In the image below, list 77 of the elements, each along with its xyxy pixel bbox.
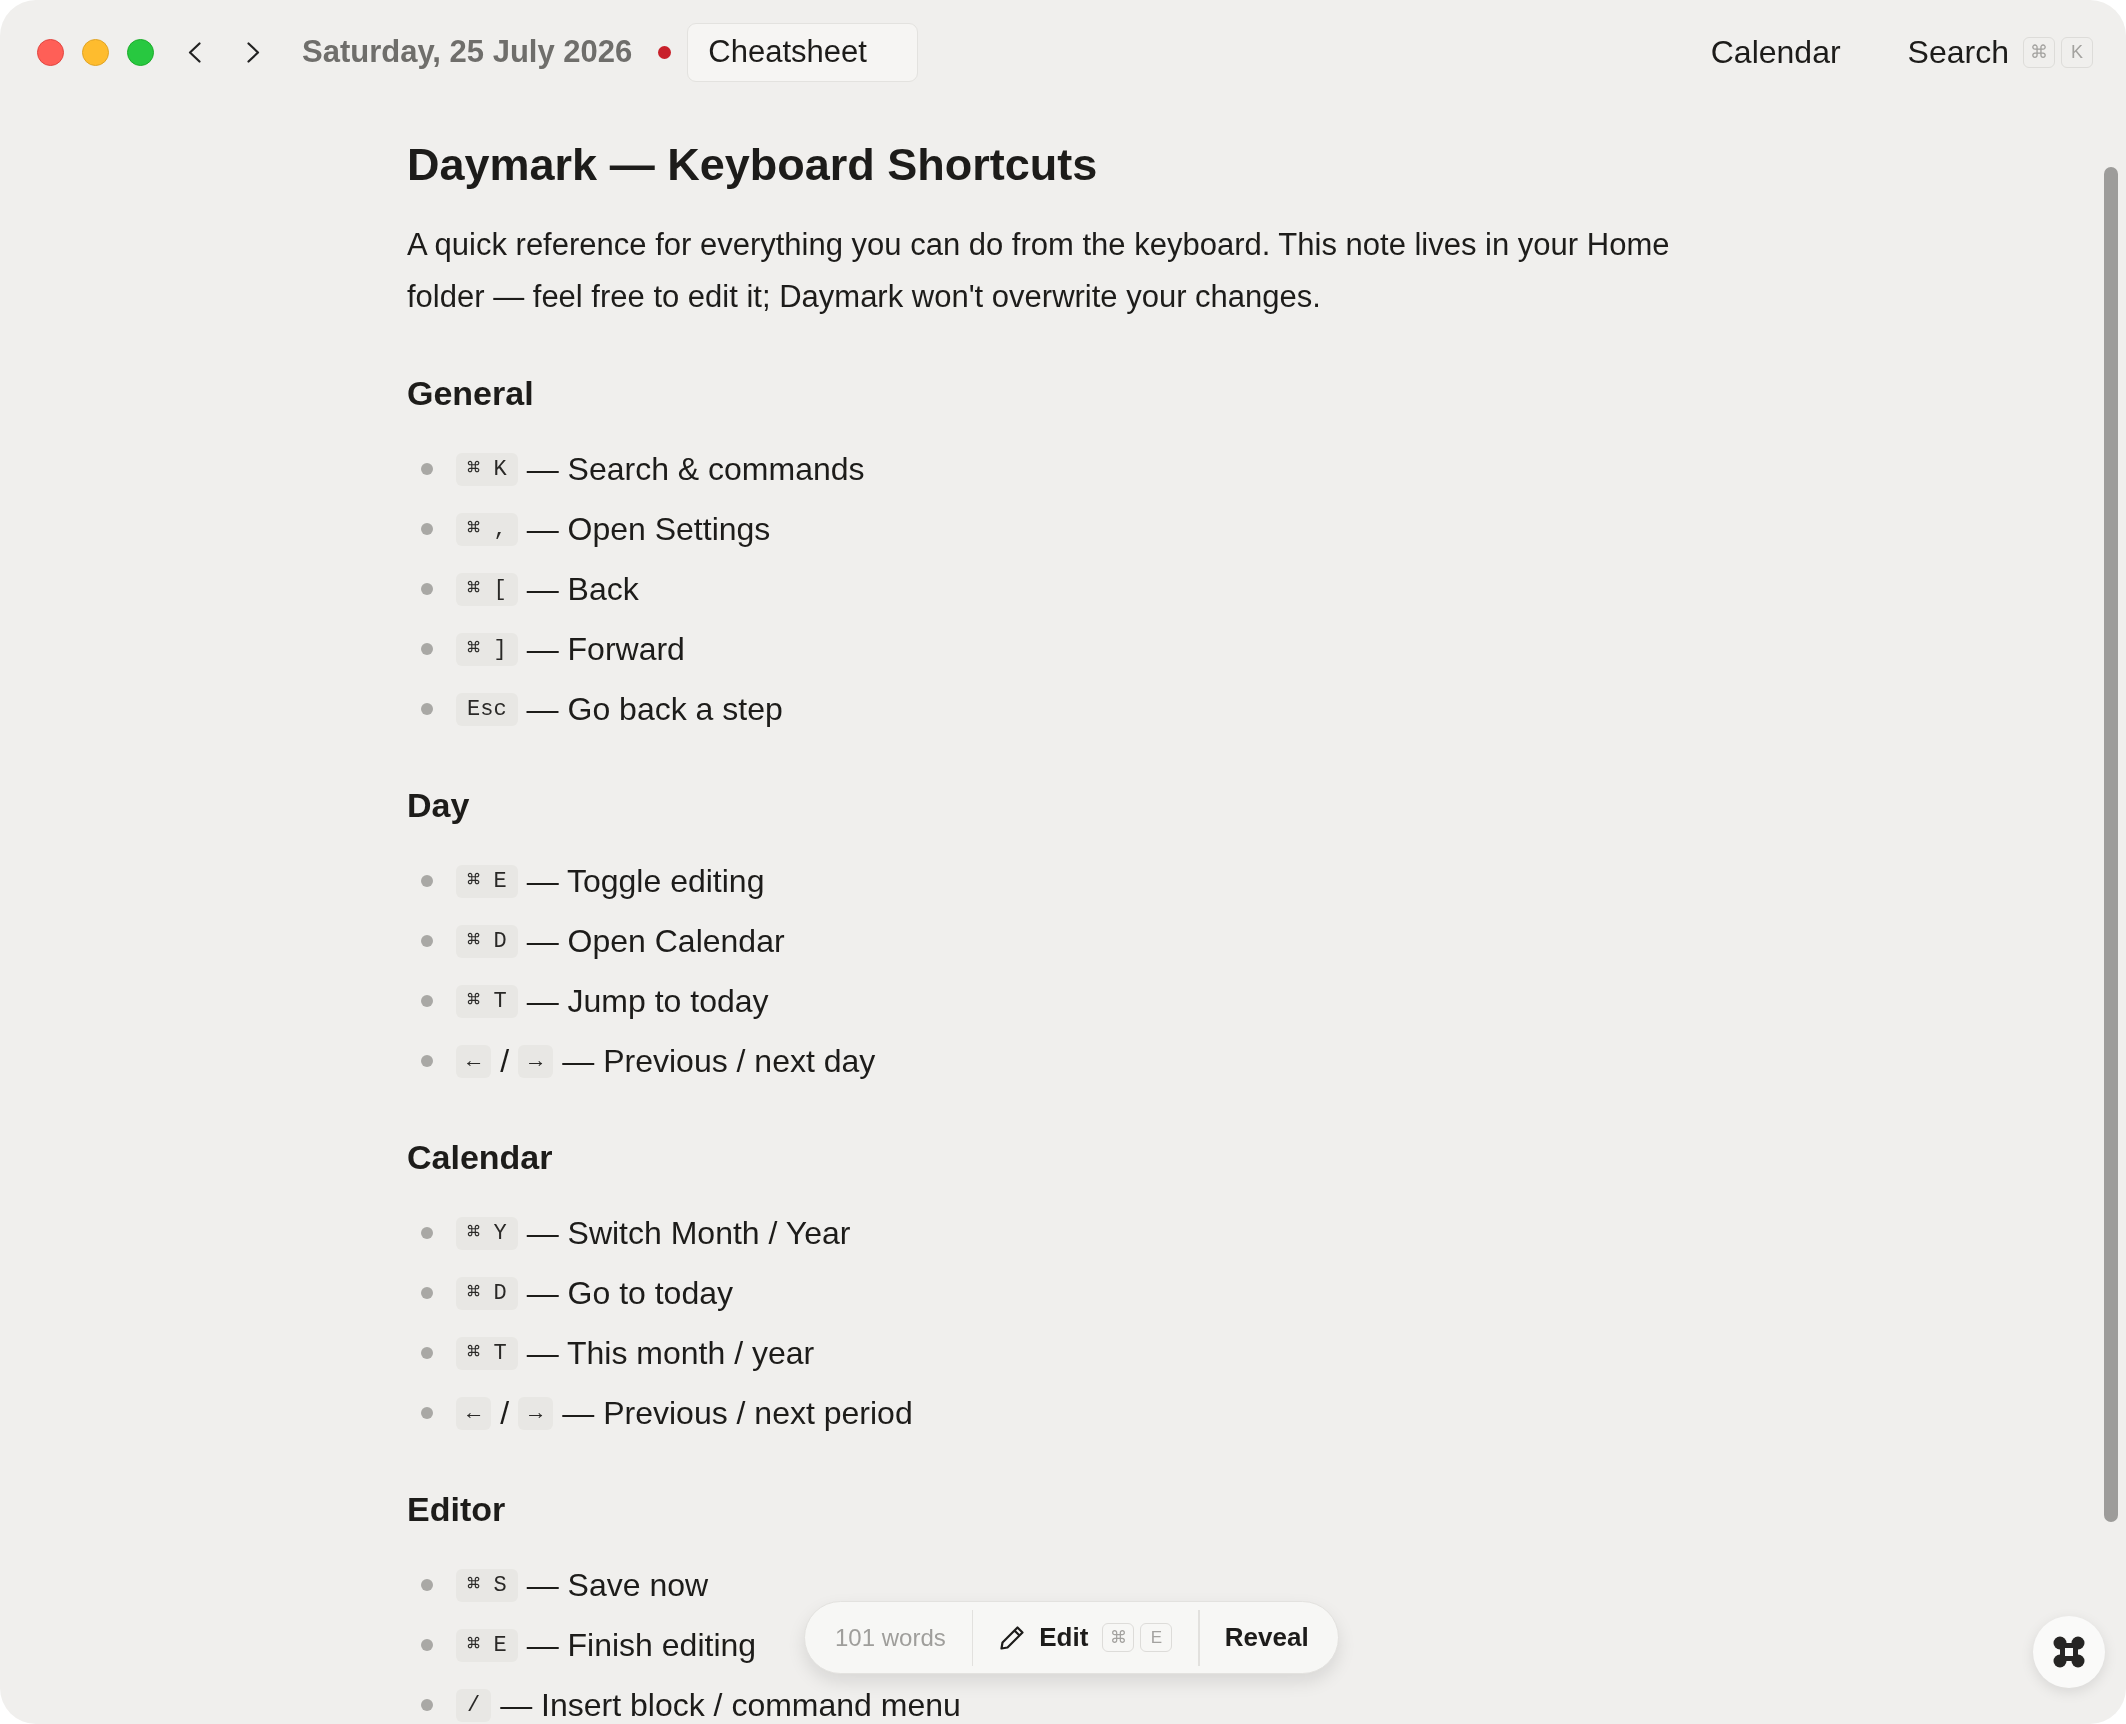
shortcut-description: — Forward	[526, 630, 685, 669]
chevron-right-icon[interactable]	[246, 41, 261, 63]
shortcut-key: ⌘ K	[456, 452, 518, 486]
close-icon[interactable]	[37, 38, 64, 66]
shortcut-key: ⌘ T	[456, 984, 518, 1018]
shortcut-description: — Previous / next period	[562, 1394, 913, 1433]
bullet-icon	[421, 1579, 433, 1591]
bullet-icon	[421, 583, 433, 595]
bullet-icon	[421, 1347, 433, 1359]
page-title: Daymark — Keyboard Shortcuts	[407, 138, 1098, 192]
shortcut-key: ⌘ D	[456, 1276, 518, 1310]
date-heading: Saturday, 25 July 2026	[302, 32, 633, 71]
shortcut-key: ←	[456, 1396, 492, 1430]
bullet-icon	[421, 523, 433, 535]
word-count: 101 words	[835, 1622, 947, 1653]
bullet-icon	[421, 643, 433, 655]
shortcut-key: ⌘	[2023, 36, 2055, 68]
bullet-icon	[421, 463, 433, 475]
bullet-icon	[421, 1639, 433, 1651]
section-heading: Day	[407, 785, 470, 826]
shortcut-key: K	[2061, 36, 2093, 68]
shortcut-key: →	[518, 1044, 554, 1078]
bullet-icon	[421, 1227, 433, 1239]
shortcut-key: ⌘ Y	[456, 1216, 518, 1250]
minimize-icon[interactable]	[82, 38, 109, 66]
shortcut-description: — Open Settings	[526, 510, 771, 549]
bullet-icon	[421, 935, 433, 947]
shortcut-description: — Save now	[526, 1566, 709, 1605]
shortcut-key: →	[518, 1396, 554, 1430]
reveal-button[interactable]: Reveal	[1199, 1618, 1338, 1657]
pencil-icon	[999, 1624, 1026, 1651]
shortcut-key: ⌘ D	[456, 924, 518, 958]
key-separator: /	[500, 1394, 510, 1433]
bullet-icon	[421, 1287, 433, 1299]
bullet-icon	[421, 703, 433, 715]
shortcut-key: ⌘ ]	[456, 632, 518, 666]
shortcut-key: E	[1140, 1623, 1173, 1652]
calendar-link[interactable]: Calendar	[1710, 28, 1841, 76]
shortcut-key: /	[456, 1688, 492, 1722]
edit-button[interactable]: Edit ⌘ E	[973, 1618, 1199, 1657]
shortcut-key: ←	[456, 1044, 492, 1078]
shortcut-key: ⌘ ,	[456, 512, 518, 546]
bullet-icon	[421, 1055, 433, 1067]
shortcut-key: ⌘ S	[456, 1568, 518, 1602]
shortcut-key: ⌘ [	[456, 572, 518, 606]
shortcut-description: — Switch Month / Year	[526, 1214, 851, 1253]
command-icon	[2053, 1636, 2085, 1668]
shortcut-description: — Open Calendar	[526, 922, 785, 961]
bullet-icon	[421, 995, 433, 1007]
shortcut-key: ⌘ T	[456, 1336, 518, 1370]
shortcut-description: — Go to today	[526, 1274, 733, 1313]
shortcut-key: ⌘ E	[456, 1628, 518, 1662]
zoom-icon[interactable]	[127, 38, 154, 66]
key-separator: /	[500, 1042, 510, 1081]
search-link[interactable]: Search	[1907, 28, 2009, 76]
shortcut-description: — Insert block / command menu	[500, 1686, 961, 1724]
shortcut-key: ⌘ E	[456, 864, 518, 898]
shortcut-description: — Back	[526, 570, 639, 609]
shortcut-description: — Go back a step	[526, 690, 783, 729]
shortcut-key: ⌘	[1102, 1623, 1135, 1652]
bullet-icon	[421, 1407, 433, 1419]
shortcut-description: — This month / year	[526, 1334, 815, 1373]
bullet-icon	[421, 1699, 433, 1711]
shortcut-description: — Toggle editing	[526, 862, 765, 901]
shortcut-description: — Previous / next day	[562, 1042, 876, 1081]
shortcut-description: — Finish editing	[526, 1626, 757, 1665]
chevron-left-icon[interactable]	[187, 41, 202, 63]
section-heading: General	[407, 373, 534, 414]
shortcut-description: — Jump to today	[526, 982, 769, 1021]
intro-paragraph: A quick reference for everything you can do from the keyboard. This note lives in your Home folder — feel free to edit it; Daymark won't overwrite your changes.	[407, 226, 1671, 316]
note-tab[interactable]: Cheatsheet	[687, 22, 918, 82]
section-heading: Calendar	[407, 1137, 553, 1178]
section-heading: Editor	[407, 1489, 506, 1530]
shortcut-key: Esc	[456, 692, 518, 726]
scrollbar-thumb[interactable]	[2104, 167, 2118, 1522]
shortcut-description: — Search & commands	[526, 450, 865, 489]
bullet-icon	[421, 875, 433, 887]
